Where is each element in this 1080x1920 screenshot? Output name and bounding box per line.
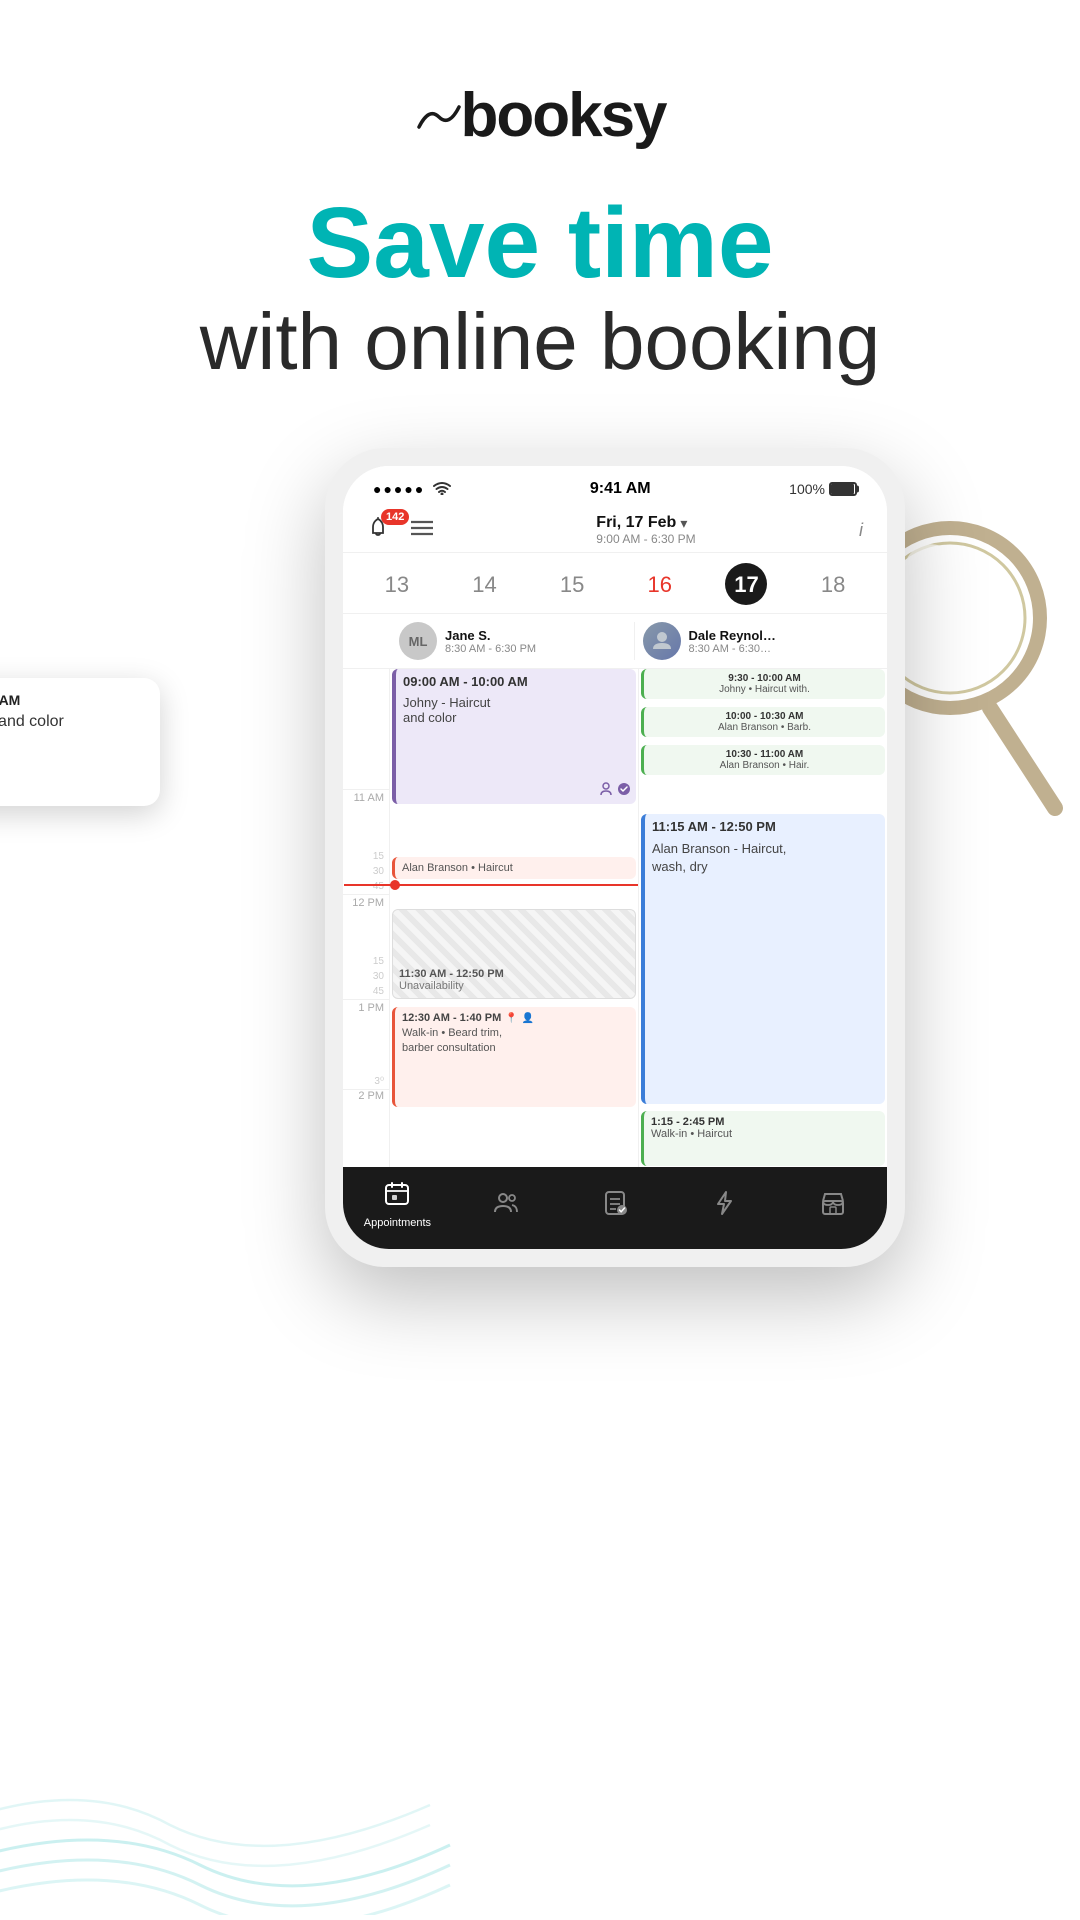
header-hours: 9:00 AM - 6:30 PM: [596, 532, 695, 546]
nav-lightning[interactable]: [669, 1190, 778, 1221]
appt-walkin2-time: 1:15 - 2:45 PM: [651, 1116, 878, 1128]
lightning-icon: [711, 1190, 737, 1221]
nav-appointments-label: Appointments: [364, 1217, 431, 1229]
time-column: 11 AM 15 30 45 12 PM 15 30 45 1 PM 3⁰ 2 …: [343, 669, 389, 1167]
current-time-indicator: [344, 884, 638, 886]
appt-small-name: Johny • Haircut with.: [719, 684, 810, 695]
staff-item-1: ML Jane S. 8:30 AM - 6:30 PM: [399, 622, 634, 660]
logo-text: booksy: [460, 80, 665, 151]
appt-walkin-time: 12:30 AM - 1:40 PM: [402, 1012, 501, 1024]
date-17[interactable]: 17: [725, 563, 767, 605]
appt-johny-2[interactable]: 9:30 - 10:00 AM Johny • Haircut with.: [641, 669, 885, 699]
chevron-down-icon[interactable]: ▾: [680, 515, 687, 532]
staff-columns: 09:00 AM - 10:00 AM Johny - Haircutand c…: [389, 669, 887, 1167]
phone-frame: ●●●●● 9:41 AM 100%: [325, 448, 905, 1267]
date-16[interactable]: 16: [638, 568, 682, 601]
appt-alan-name: Alan Branson • Haircut: [402, 862, 513, 874]
staff-col-2: 9:30 - 10:00 AM Johny • Haircut with. 10…: [638, 669, 887, 1167]
appt-alan-3[interactable]: 10:30 - 11:00 AM Alan Branson • Hair.: [641, 745, 885, 775]
unavail-label: Unavailability: [399, 980, 629, 992]
nav-appointments[interactable]: Appointments: [343, 1181, 452, 1229]
staff-avatar-1: ML: [399, 622, 437, 660]
signal-dots: ●●●●●: [373, 481, 425, 497]
appt-blue-time: 11:15 AM - 12:50 PM: [652, 819, 878, 834]
staff-avatar-2: [643, 622, 681, 660]
appt-alan-haircut-big[interactable]: 11:15 AM - 12:50 PM Alan Branson - Hairc…: [641, 814, 885, 1104]
staff-item-2: Dale Reynol… 8:30 AM - 6:30…: [634, 622, 878, 660]
person-icon: [599, 782, 613, 799]
header-date-center: Fri, 17 Feb ▾ 9:00 AM - 6:30 PM: [596, 514, 695, 546]
battery-icon: [829, 482, 857, 496]
staff-col-1: 09:00 AM - 10:00 AM Johny - Haircutand c…: [389, 669, 638, 1167]
floating-card-time: 09:00 AM - 10:00 AM: [0, 692, 144, 708]
appt-alan-bar[interactable]: Alan Branson • Haircut: [392, 857, 636, 879]
hero-title: Save time: [0, 191, 1080, 296]
appt-johny-haircut[interactable]: 09:00 AM - 10:00 AM Johny - Haircutand c…: [392, 669, 636, 804]
staff-name-2: Dale Reynol…: [689, 628, 878, 643]
nav-checklist[interactable]: [561, 1190, 670, 1221]
bottom-nav: Appointments: [343, 1167, 887, 1249]
people-icon: [493, 1190, 519, 1221]
store-icon: [820, 1190, 846, 1221]
header-date: Fri, 17 Feb: [596, 514, 676, 532]
pin-icon: 📍: [505, 1013, 517, 1024]
staff-row: ML Jane S. 8:30 AM - 6:30 PM Dale R: [343, 614, 887, 669]
appt-small-name3: Alan Branson • Hair.: [720, 760, 810, 771]
appt-unavailability[interactable]: 11:30 AM - 12:50 PM Unavailability: [392, 909, 636, 999]
date-14[interactable]: 14: [462, 568, 506, 601]
date-18[interactable]: 18: [811, 568, 855, 601]
unavail-time: 11:30 AM - 12:50 PM: [399, 968, 629, 980]
floating-card-name: Johny - Haircut and color: [0, 712, 144, 733]
appt-walkin-2[interactable]: 1:15 - 2:45 PM Walk-in • Haircut: [641, 1111, 885, 1166]
info-icon[interactable]: i: [859, 520, 863, 541]
menu-icon[interactable]: [411, 520, 433, 541]
appt-blue-name: Alan Branson - Haircut,wash, dry: [652, 840, 878, 876]
app-header: 142 Fri, 17 Feb ▾ 9:00 AM - 6:30: [343, 506, 887, 553]
date-strip: 13 14 15 16 17 18: [343, 553, 887, 614]
status-bar: ●●●●● 9:41 AM 100%: [343, 466, 887, 506]
calendar-icon: [384, 1181, 410, 1212]
floating-card: 09:00 AM - 10:00 AM Johny - Haircut and …: [0, 678, 160, 806]
appt-walkin2-name: Walk-in • Haircut: [651, 1128, 878, 1140]
appt-walkin-name: Walk-in • Beard trim,barber consultation: [402, 1026, 629, 1057]
wifi-icon: [433, 481, 451, 498]
appt-small-time: 9:30 - 10:00 AM: [728, 673, 800, 684]
staff-hours-2: 8:30 AM - 6:30…: [689, 643, 878, 655]
hero-subtitle: with online booking: [0, 296, 1080, 388]
appt-small-time2: 10:00 - 10:30 AM: [726, 711, 804, 722]
header: booksy: [0, 0, 1080, 191]
battery-percent: 100%: [789, 481, 825, 497]
status-time: 9:41 AM: [590, 480, 651, 498]
appt-walkin-1[interactable]: 12:30 AM - 1:40 PM 📍 👤 Walk-in • Beard t…: [392, 1007, 636, 1107]
check-circle-icon: [617, 782, 631, 799]
checklist-icon: [602, 1190, 628, 1221]
date-15[interactable]: 15: [550, 568, 594, 601]
person2-icon: 👤: [522, 1013, 534, 1024]
staff-name-1: Jane S.: [445, 628, 634, 643]
staff-hours-1: 8:30 AM - 6:30 PM: [445, 643, 634, 655]
date-13[interactable]: 13: [375, 568, 419, 601]
nav-store[interactable]: [778, 1190, 887, 1221]
appt-small-name2: Alan Branson • Barb.: [718, 722, 811, 733]
hero-section: Save time with online booking: [0, 191, 1080, 448]
calendar-body: 11 AM 15 30 45 12 PM 15 30 45 1 PM 3⁰ 2 …: [343, 669, 887, 1167]
appt-alan-2[interactable]: 10:00 - 10:30 AM Alan Branson • Barb.: [641, 707, 885, 737]
nav-clients[interactable]: [452, 1190, 561, 1221]
floating-card-icon: [0, 751, 144, 792]
notification-badge: 142: [381, 509, 409, 525]
appt-small-time3: 10:30 - 11:00 AM: [726, 749, 803, 760]
notification-bell[interactable]: 142: [367, 517, 433, 544]
